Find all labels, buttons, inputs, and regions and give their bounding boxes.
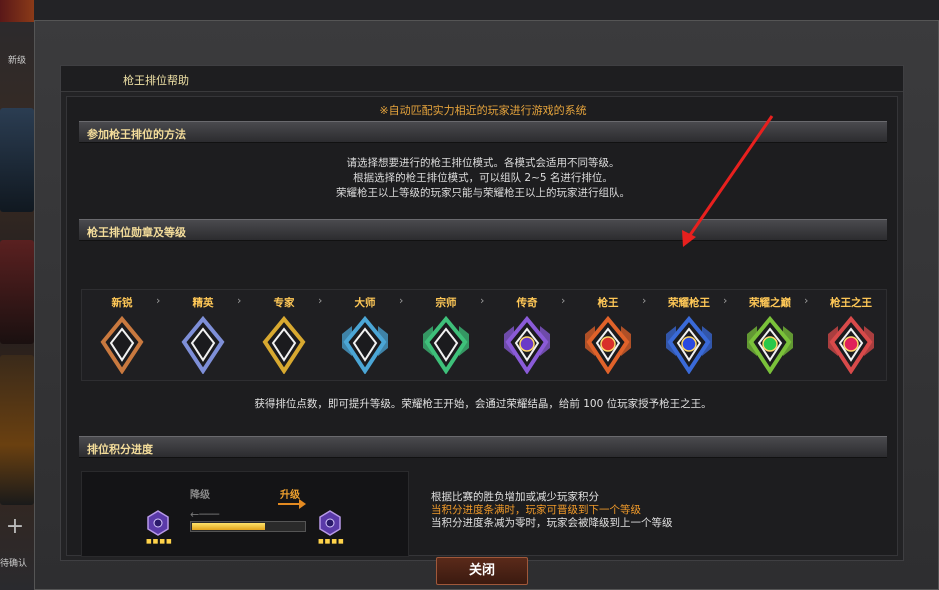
background-card[interactable] bbox=[0, 355, 34, 505]
rank-name: 传奇 bbox=[516, 297, 538, 309]
rank-name: 荣耀之巅 bbox=[749, 297, 791, 309]
dialog-inner-panel: 枪王排位帮助 ※自动匹配实力相近的玩家进行游戏的系统 参加枪王排位的方法 请选择… bbox=[60, 65, 904, 561]
how-line: 请选择想要进行的枪王排位模式。各模式会适用不同等级。 bbox=[346, 157, 620, 169]
rank-medal-icon bbox=[423, 316, 469, 374]
rank-name: 专家 bbox=[273, 297, 295, 309]
section-header-how-to-join: 参加枪王排位的方法 bbox=[79, 121, 887, 143]
chevron-right-icon: › bbox=[561, 294, 566, 307]
background-tab-label[interactable]: 新级 bbox=[0, 53, 34, 66]
background-card[interactable] bbox=[0, 240, 34, 344]
section-title: 枪王排位勋章及等级 bbox=[87, 226, 186, 239]
system-notice: ※自动匹配实力相近的玩家进行游戏的系统 bbox=[379, 104, 587, 117]
rank-medal-icon bbox=[342, 316, 388, 374]
chevron-right-icon: › bbox=[156, 294, 161, 307]
rank-medal-icon bbox=[262, 316, 306, 374]
rank-item: 宗师 › bbox=[406, 290, 486, 382]
plus-icon[interactable]: + bbox=[0, 512, 30, 542]
rank-medal-icon bbox=[666, 316, 712, 374]
how-line: 根据选择的枪王排位模式，可以组队 2~5 名进行排位。 bbox=[353, 172, 613, 184]
arrow-left-icon: ←─── bbox=[190, 508, 220, 521]
rank-description: 获得排位点数，即可提升等级。荣耀枪王开始，会通过荣耀结晶，给前 100 位玩家授… bbox=[254, 398, 712, 410]
rank-name: 大师 bbox=[354, 297, 376, 309]
rank-name: 精英 bbox=[192, 297, 214, 309]
chevron-right-icon: › bbox=[642, 294, 647, 307]
rank-item: 枪王之王 bbox=[811, 290, 891, 382]
section-title: 排位积分进度 bbox=[87, 443, 153, 456]
rank-item: 传奇 › bbox=[487, 290, 567, 382]
rank-item: 专家 › bbox=[244, 290, 324, 382]
how-to-join-text: 请选择想要进行的枪王排位模式。各模式会适用不同等级。 根据选择的枪王排位模式，可… bbox=[79, 156, 887, 201]
rank-medal-icon bbox=[100, 316, 144, 374]
progress-illustration: ■■■■ 降级 ←─── 升级 ■■■■ bbox=[81, 471, 409, 557]
section-header-ranks: 枪王排位勋章及等级 bbox=[79, 219, 887, 241]
rank-item: 新锐 › bbox=[82, 290, 162, 382]
rank-item: 精英 › bbox=[163, 290, 243, 382]
chevron-right-icon: › bbox=[399, 294, 404, 307]
rank-name: 枪王之王 bbox=[830, 297, 872, 309]
rank-item: 大师 › bbox=[325, 290, 405, 382]
dialog-title: 枪王排位帮助 bbox=[123, 74, 189, 87]
chevron-right-icon: › bbox=[480, 294, 485, 307]
rank-name: 枪王 bbox=[597, 297, 619, 309]
rank-medal-icon bbox=[181, 316, 225, 374]
progress-bar bbox=[190, 521, 306, 532]
rank-medal-icon bbox=[828, 316, 874, 374]
section-header-progress: 排位积分进度 bbox=[79, 436, 887, 458]
how-line: 荣耀枪王以上等级的玩家只能与荣耀枪王以上的玩家进行组队。 bbox=[336, 187, 630, 199]
chevron-right-icon: › bbox=[237, 294, 242, 307]
rank-badge-icon bbox=[319, 510, 341, 536]
promote-label: 升级 bbox=[280, 490, 300, 501]
section-title: 参加枪王排位的方法 bbox=[87, 128, 186, 141]
chevron-right-icon: › bbox=[804, 294, 809, 307]
rank-item: 荣耀之巅 › bbox=[730, 290, 810, 382]
progress-line-highlight: 当积分进度条满时，玩家可晋级到下一个等级 bbox=[431, 504, 641, 516]
rank-item: 荣耀枪王 › bbox=[649, 290, 729, 382]
rank-help-dialog: 枪王排位帮助 ※自动匹配实力相近的玩家进行游戏的系统 参加枪王排位的方法 请选择… bbox=[34, 20, 939, 590]
chevron-right-icon: › bbox=[723, 294, 728, 307]
background-card[interactable] bbox=[0, 108, 34, 212]
background-left-panel: 新级 + 待确认 bbox=[0, 0, 34, 590]
rank-name: 宗师 bbox=[435, 297, 457, 309]
rank-medal-strip: 新锐 › 精英 › 专家 › 大师 › 宗师 › 传奇 › 枪王 › 荣耀枪王 › 荣耀之巅 › 枪王之王 bbox=[81, 289, 887, 381]
rank-medal-icon bbox=[504, 316, 550, 374]
chevron-right-icon: › bbox=[318, 294, 323, 307]
demote-label: 降级 bbox=[190, 490, 210, 501]
progress-explanation: 根据比赛的胜负增加或减少玩家积分 当积分进度条满时，玩家可晋级到下一个等级 当积… bbox=[431, 491, 673, 530]
arrow-right-icon bbox=[278, 499, 306, 509]
dialog-content: ※自动匹配实力相近的玩家进行游戏的系统 参加枪王排位的方法 请选择想要进行的枪王… bbox=[66, 96, 898, 557]
rank-name: 荣耀枪王 bbox=[668, 297, 710, 309]
progress-line: 根据比赛的胜负增加或减少玩家积分 bbox=[431, 491, 599, 503]
rank-badge-icon bbox=[147, 510, 169, 536]
rank-stars-icon: ■■■■ bbox=[146, 538, 173, 545]
dialog-title-bar: 枪王排位帮助 bbox=[61, 66, 903, 92]
progress-bar-fill bbox=[192, 523, 265, 530]
rank-medal-icon bbox=[585, 316, 631, 374]
game-logo bbox=[0, 0, 34, 22]
rank-name: 新锐 bbox=[111, 297, 133, 309]
rank-stars-icon: ■■■■ bbox=[318, 538, 345, 545]
rank-medal-icon bbox=[747, 316, 793, 374]
background-confirm-label: 待确认 bbox=[0, 559, 28, 569]
progress-line: 当积分进度条减为零时，玩家会被降级到上一个等级 bbox=[431, 517, 673, 529]
rank-item: 枪王 › bbox=[568, 290, 648, 382]
close-button[interactable]: 关闭 bbox=[436, 557, 528, 585]
